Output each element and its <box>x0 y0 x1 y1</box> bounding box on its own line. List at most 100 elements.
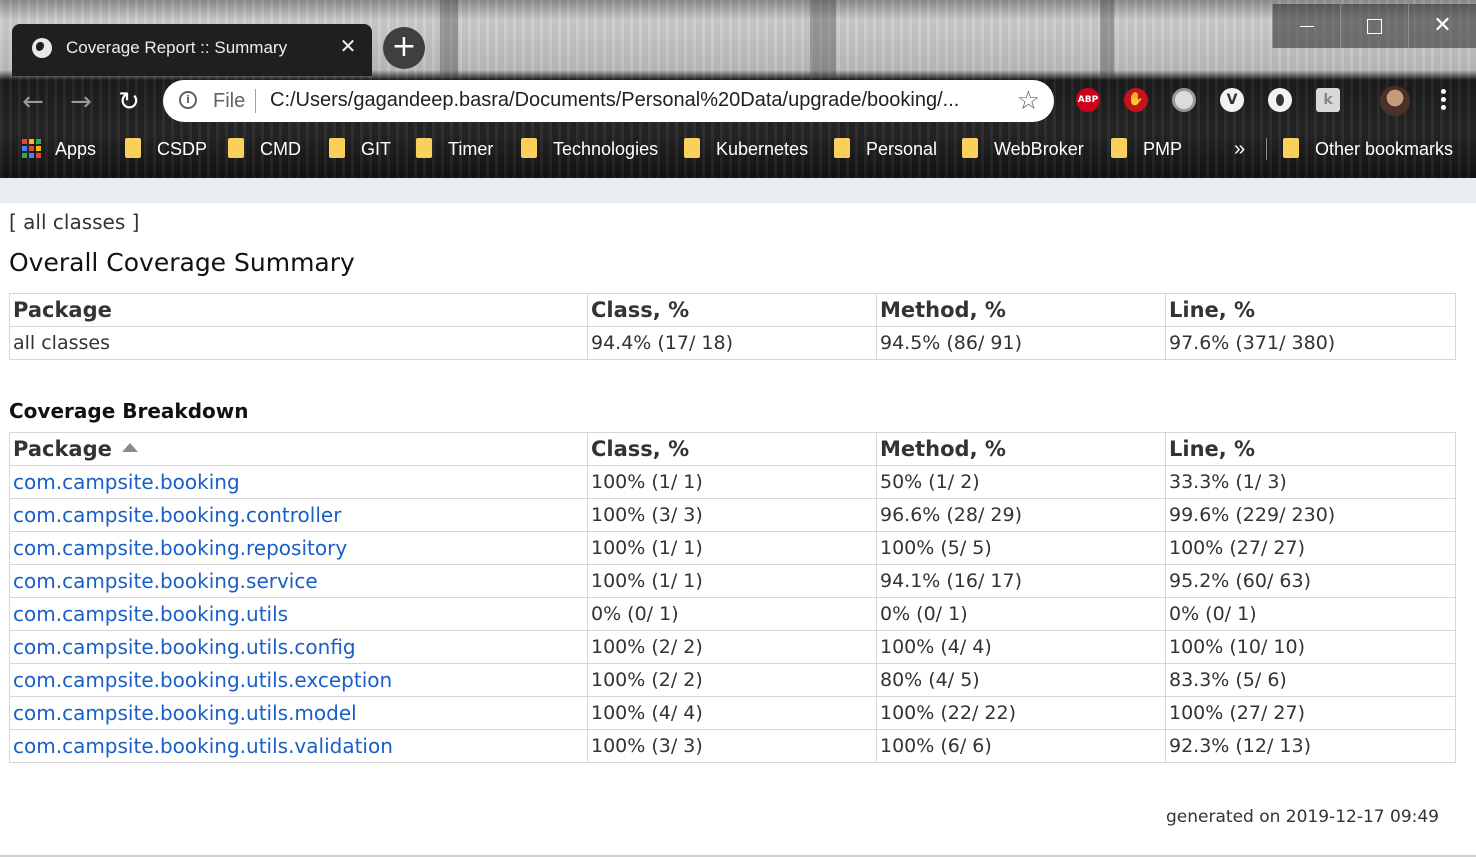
sort-header-line[interactable]: Line, % <box>1165 432 1456 466</box>
table-row: com.campsite.booking.repository 100% (1/… <box>9 531 1456 565</box>
cell-line-coverage: 97.6% (371/ 380) <box>1165 326 1456 360</box>
cell-line-coverage: 95.2% (60/ 63) <box>1165 564 1456 598</box>
background-texture <box>810 0 836 76</box>
page-title: Overall Coverage Summary <box>9 248 355 277</box>
window-controls: ✕ <box>1272 4 1476 48</box>
bookmark-git[interactable]: GIT <box>329 134 391 164</box>
profile-avatar[interactable] <box>1380 86 1410 116</box>
url-text[interactable]: C:/Users/gagandeep.basra/Documents/Perso… <box>270 89 959 112</box>
cell-method-coverage: 0% (0/ 1) <box>876 597 1166 631</box>
bookmark-technologies[interactable]: Technologies <box>521 134 658 164</box>
table-row: com.campsite.booking.utils 0% (0/ 1) 0% … <box>9 597 1456 631</box>
table-row: com.campsite.booking.utils.exception 100… <box>9 663 1456 697</box>
address-bar[interactable]: i File C:/Users/gagandeep.basra/Document… <box>163 80 1054 122</box>
background-texture <box>1100 0 1114 76</box>
bookmark-csdp[interactable]: CSDP <box>125 134 207 164</box>
bookmarks-separator <box>1266 138 1267 160</box>
package-link[interactable]: com.campsite.booking.utils.model <box>9 696 588 730</box>
apps-grid-icon <box>22 138 41 158</box>
bookmark-timer[interactable]: Timer <box>416 134 493 164</box>
table-row: com.campsite.booking.controller 100% (3/… <box>9 498 1456 532</box>
extension-v-icon[interactable]: V <box>1220 88 1244 112</box>
bookmark-label: Personal <box>866 139 938 159</box>
all-classes-nav: [ all classes ] <box>9 210 140 234</box>
bookmark-personal[interactable]: Personal <box>834 134 937 164</box>
bookmark-cmd[interactable]: CMD <box>228 134 301 164</box>
folder-icon <box>521 138 537 159</box>
header-label: Package <box>13 437 112 461</box>
bookmark-label: WebBroker <box>994 139 1084 159</box>
package-link[interactable]: com.campsite.booking.repository <box>9 531 588 565</box>
page-header-strip <box>0 178 1476 203</box>
package-link[interactable]: com.campsite.booking.controller <box>9 498 588 532</box>
back-icon[interactable]: ← <box>18 87 48 117</box>
folder-icon <box>416 138 432 159</box>
all-classes-link[interactable]: all classes <box>23 210 125 234</box>
close-tab-icon[interactable]: ✕ <box>336 34 360 58</box>
folder-icon <box>834 138 850 159</box>
browser-menu-icon[interactable] <box>1434 86 1452 116</box>
cell-method-coverage: 100% (6/ 6) <box>876 729 1166 763</box>
bookmarks-bar: Apps CSDP CMD GIT Timer Technologies Kub… <box>0 134 1476 164</box>
folder-icon <box>228 138 244 159</box>
adblock-plus-icon[interactable]: ABP <box>1076 88 1100 112</box>
address-separator <box>255 89 256 113</box>
cell-class-coverage: 100% (2/ 2) <box>587 663 877 697</box>
folder-icon <box>1111 138 1127 159</box>
bookmark-other[interactable]: Other bookmarks <box>1283 134 1453 164</box>
reload-icon[interactable]: ↻ <box>114 87 144 117</box>
address-scheme-label: File <box>213 90 246 112</box>
forward-icon[interactable]: → <box>66 87 96 117</box>
extension-circle-icon[interactable] <box>1172 88 1196 112</box>
cell-method-coverage: 96.6% (28/ 29) <box>876 498 1166 532</box>
column-header-line: Line, % <box>1165 293 1456 327</box>
sort-header-method[interactable]: Method, % <box>876 432 1166 466</box>
bookmark-apps[interactable]: Apps <box>22 134 96 164</box>
cell-method-coverage: 100% (22/ 22) <box>876 696 1166 730</box>
bookmark-kubernetes[interactable]: Kubernetes <box>684 134 808 164</box>
more-bookmarks-chevron[interactable]: » <box>1234 134 1245 164</box>
bookmark-star-icon[interactable]: ☆ <box>1017 86 1040 116</box>
package-link[interactable]: com.campsite.booking.utils.validation <box>9 729 588 763</box>
package-link[interactable]: com.campsite.booking.utils.config <box>9 630 588 664</box>
info-icon[interactable]: i <box>179 91 197 109</box>
browser-tab-active[interactable]: Coverage Report :: Summary ✕ <box>12 24 372 76</box>
tab-title: Coverage Report :: Summary <box>66 38 288 57</box>
bookmark-webbroker[interactable]: WebBroker <box>962 134 1084 164</box>
breakdown-rows: com.campsite.booking 100% (1/ 1) 50% (1/… <box>9 465 1456 763</box>
package-link[interactable]: com.campsite.booking <box>9 465 588 499</box>
sort-header-package[interactable]: Package <box>9 432 588 466</box>
minimize-button[interactable] <box>1272 4 1340 48</box>
table-row: com.campsite.booking.utils.config 100% (… <box>9 630 1456 664</box>
cell-line-coverage: 99.6% (229/ 230) <box>1165 498 1456 532</box>
folder-icon <box>1283 138 1299 159</box>
cell-class-coverage: 94.4% (17/ 18) <box>587 326 877 360</box>
sort-ascending-icon <box>121 443 138 452</box>
package-link[interactable]: com.campsite.booking.utils.exception <box>9 663 588 697</box>
table-header-row: Package Class, % Method, % Line, % <box>9 293 1456 327</box>
close-window-button[interactable]: ✕ <box>1408 4 1476 48</box>
package-link[interactable]: com.campsite.booking.utils <box>9 597 588 631</box>
table-row: com.campsite.booking.service 100% (1/ 1)… <box>9 564 1456 598</box>
cell-class-coverage: 100% (3/ 3) <box>587 729 877 763</box>
cell-class-coverage: 100% (1/ 1) <box>587 465 877 499</box>
bookmark-pmp[interactable]: PMP <box>1111 134 1182 164</box>
cell-method-coverage: 94.5% (86/ 91) <box>876 326 1166 360</box>
extension-k-icon[interactable]: k <box>1316 88 1340 112</box>
cell-line-coverage: 33.3% (1/ 3) <box>1165 465 1456 499</box>
package-link[interactable]: com.campsite.booking.service <box>9 564 588 598</box>
table-header-row: Package Class, % Method, % Line, % <box>9 432 1456 466</box>
stop-hand-icon[interactable]: ✋ <box>1124 88 1148 112</box>
bookmark-label: CMD <box>260 139 301 159</box>
folder-icon <box>125 138 141 159</box>
cell-class-coverage: 100% (1/ 1) <box>587 564 877 598</box>
maximize-button[interactable] <box>1340 4 1408 48</box>
section-title: Coverage Breakdown <box>9 399 249 423</box>
cell-class-coverage: 0% (0/ 1) <box>587 597 877 631</box>
bookmark-label: Apps <box>55 139 97 159</box>
cell-method-coverage: 100% (4/ 4) <box>876 630 1166 664</box>
new-tab-button[interactable]: + <box>383 27 425 69</box>
table-row: all classes 94.4% (17/ 18) 94.5% (86/ 91… <box>9 326 1456 360</box>
sort-header-class[interactable]: Class, % <box>587 432 877 466</box>
extension-ring-icon[interactable] <box>1268 88 1292 112</box>
